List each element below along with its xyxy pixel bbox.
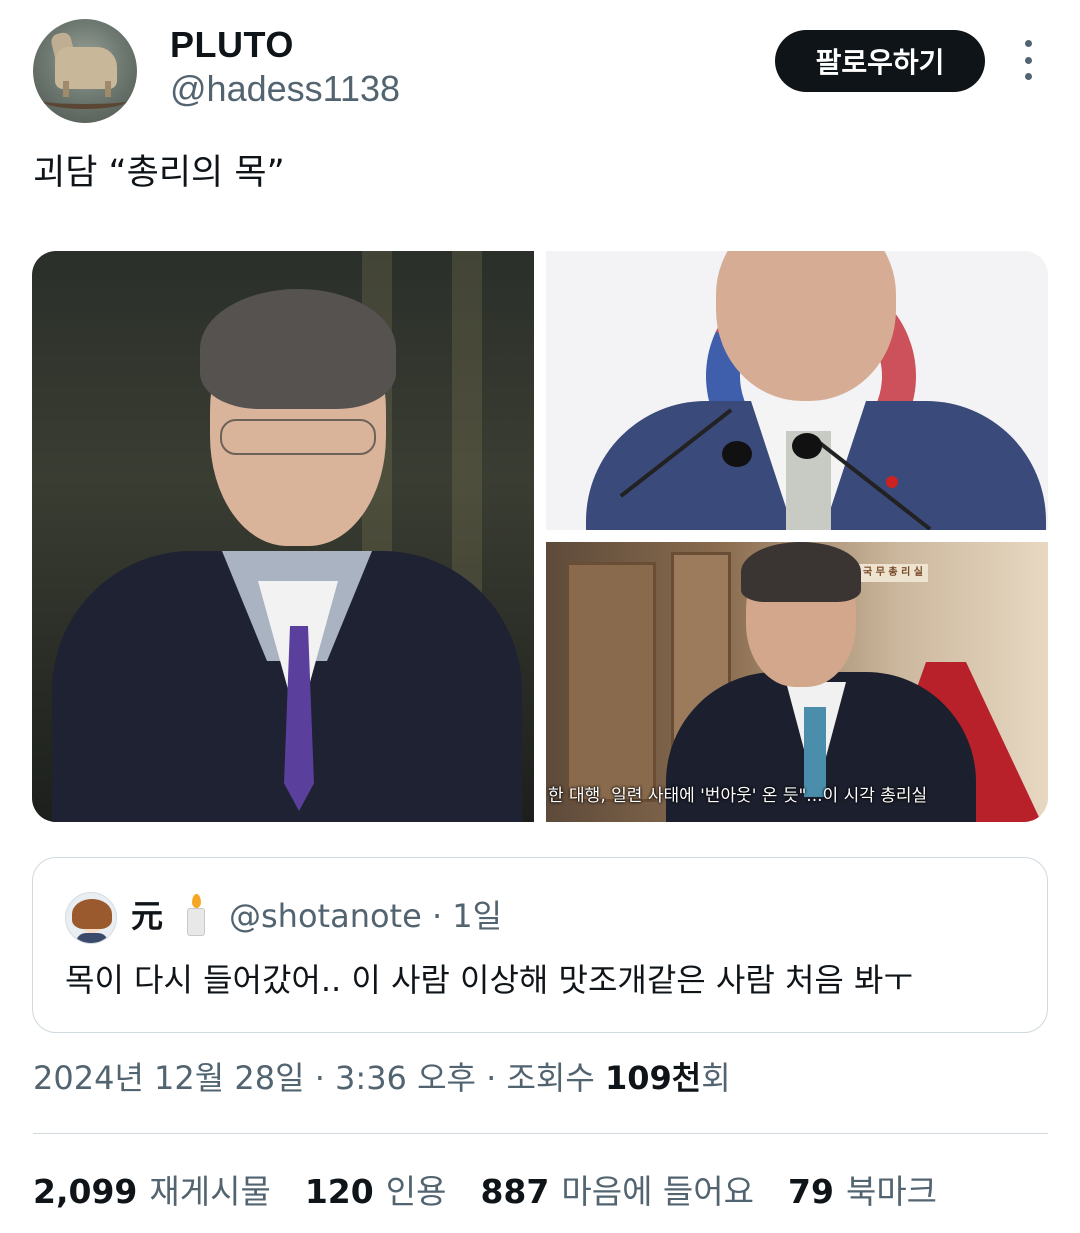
divider [33, 1133, 1048, 1134]
quoted-tweet-card[interactable]: 元 @shotanote · 1일 목이 다시 들어갔어.. 이 사람 이상해 … [32, 857, 1048, 1033]
stat-number: 120 [304, 1172, 374, 1211]
photo-elevator-door [566, 562, 656, 802]
stat-label: 인용 [385, 1172, 447, 1211]
media-photo-3[interactable]: 국 무 총 리 실 한 대행, 일련 사태에 '번아웃' 온 듯"...이 시각… [546, 542, 1048, 822]
avatar-body [76, 933, 108, 943]
media-grid: 국 무 총 리 실 한 대행, 일련 사태에 '번아웃' 온 듯"...이 시각… [32, 251, 1048, 822]
stat-likes[interactable]: 887 마음에 들어요 [480, 1170, 754, 1214]
candle-wax [187, 908, 205, 936]
photo-hair [741, 542, 861, 602]
more-dot [1024, 56, 1032, 64]
media-photo-2[interactable] [546, 251, 1048, 530]
view-count-suffix: 회 [701, 1059, 731, 1097]
media-caption: 한 대행, 일련 사태에 '번아웃' 온 듯"...이 시각 총리실 [548, 786, 928, 806]
avatar-rocker [43, 93, 127, 109]
author-avatar[interactable] [33, 19, 137, 123]
photo-lapel-pin [886, 476, 898, 488]
tweet-metadata: 2024년 12월 28일 · 3:36 오후 · 조회수 109천회 [33, 1056, 731, 1100]
photo-microphone [722, 441, 752, 467]
stat-label: 재게시물 [149, 1172, 271, 1211]
author-display-name[interactable]: PLUTO [170, 24, 294, 66]
view-count: 109천 [604, 1059, 702, 1097]
avatar-hair [72, 899, 112, 929]
timestamp[interactable]: 2024년 12월 28일 · 3:36 오후 · 조회수 [33, 1059, 605, 1097]
media-photo-1[interactable] [32, 251, 534, 822]
more-dot [1024, 73, 1032, 80]
stat-label: 마음에 들어요 [561, 1172, 755, 1211]
stat-reposts[interactable]: 2,099 재게시물 [33, 1170, 271, 1214]
quoted-author-handle[interactable]: @shotanote · 1일 [229, 896, 502, 936]
quoted-tweet-text: 목이 다시 들어갔어.. 이 사람 이상해 맛조개같은 사람 처음 봐ㅜ [65, 961, 913, 999]
engagement-stats: 2,099 재게시물 120 인용 887 마음에 들어요 79 북마크 [33, 1170, 937, 1214]
photo-glasses [220, 419, 376, 455]
tweet-text: 괴담 “총리의 목” [33, 153, 285, 193]
photo-microphone [792, 433, 822, 459]
candle-flame [192, 894, 201, 908]
stat-bookmarks[interactable]: 79 북마크 [788, 1170, 937, 1214]
quoted-author-avatar[interactable] [65, 892, 117, 944]
stat-number: 2,099 [33, 1172, 138, 1211]
follow-button[interactable]: 팔로우하기 [775, 30, 985, 92]
photo-hair [200, 289, 396, 409]
stat-number: 887 [480, 1172, 550, 1211]
quoted-author-name[interactable]: 元 [131, 896, 163, 936]
stat-quotes[interactable]: 120 인용 [305, 1170, 447, 1214]
stat-label: 북마크 [845, 1172, 938, 1211]
stat-number: 79 [788, 1172, 834, 1211]
candle-icon [183, 894, 209, 938]
photo-office-sign: 국 무 총 리 실 [858, 564, 928, 582]
author-handle[interactable]: @hadess1138 [170, 68, 400, 110]
more-vertical-icon[interactable] [1018, 40, 1038, 80]
more-dot [1024, 40, 1032, 47]
